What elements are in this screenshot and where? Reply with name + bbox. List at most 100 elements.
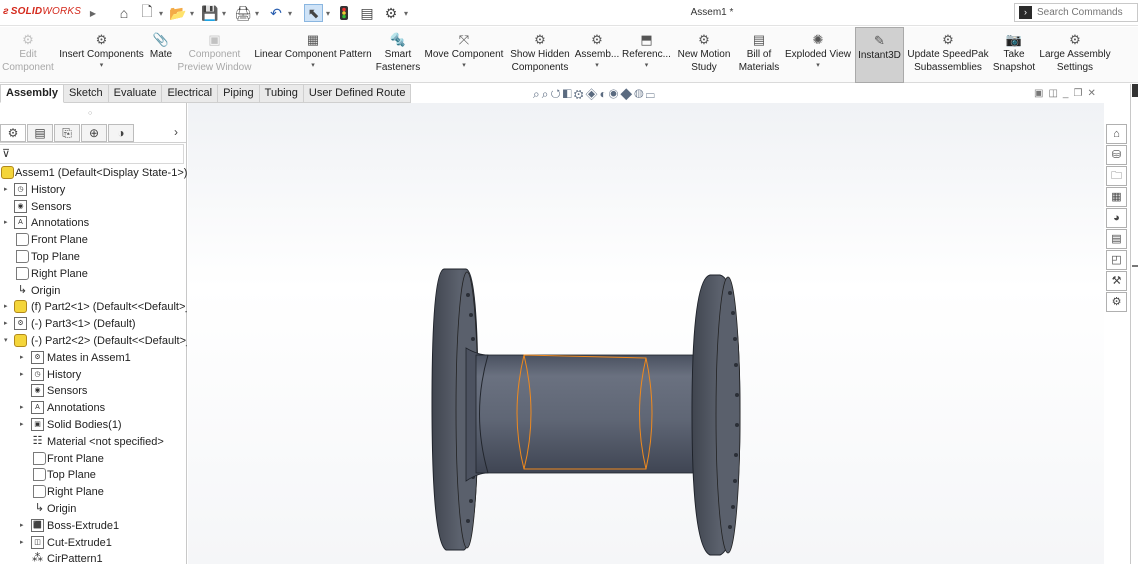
assembly-features-button[interactable]: ⚙ Assemb... ▾ <box>574 27 620 83</box>
tree-item[interactable]: ▸ A Annotations <box>0 400 187 417</box>
search-commands[interactable]: › <box>1014 3 1138 22</box>
tree-item[interactable]: Top Plane <box>0 249 187 266</box>
tree-item[interactable]: ↳ Origin <box>0 283 187 300</box>
tree-item[interactable]: Top Plane <box>0 467 187 484</box>
tree-item[interactable]: Front Plane <box>0 232 187 249</box>
tree-item[interactable]: ◉ Sensors <box>0 383 187 400</box>
expand-icon[interactable]: ▸ <box>20 535 24 552</box>
chevron-down-icon[interactable]: ▾ <box>311 61 315 70</box>
take-snapshot-button[interactable]: 📷 Take Snapshot <box>992 27 1036 83</box>
tree-item-assembly-root[interactable]: Assem1 (Default<Display State-1>) <box>0 165 187 182</box>
tree-item[interactable]: ▸ ◷ History <box>0 182 187 199</box>
tab-piping[interactable]: Piping <box>218 84 260 103</box>
restore-icon[interactable]: ❐ <box>1073 88 1087 99</box>
tree-item[interactable]: ◉ Sensors <box>0 199 187 216</box>
tab-user-defined-route[interactable]: User Defined Route <box>303 84 412 103</box>
expand-icon[interactable]: ▸ <box>4 182 8 199</box>
toolbox-icon[interactable]: ⚒ <box>1106 271 1127 291</box>
section-view-icon[interactable]: ◧ <box>563 87 574 101</box>
tree-item[interactable]: ▸ ▣ Solid Bodies(1) <box>0 417 187 434</box>
display-style-icon[interactable]: ◐ <box>599 87 608 101</box>
tube-body[interactable] <box>475 354 697 474</box>
tree-item[interactable]: ▸ ◷ History <box>0 367 187 384</box>
edit-component-button[interactable]: ⚙ Edit Component <box>0 27 56 83</box>
linear-component-pattern-button[interactable]: ▦ Linear Component Pattern ▾ <box>254 27 371 83</box>
chevron-down-icon[interactable]: ▾ <box>100 61 104 70</box>
tab-assembly[interactable]: Assembly <box>0 84 64 103</box>
view-orientation-icon[interactable]: ◈ <box>585 87 599 101</box>
bill-of-materials-button[interactable]: ▤ Bill of Materials <box>737 27 781 83</box>
home-icon[interactable]: ⌂ <box>1106 124 1127 144</box>
tree-item[interactable]: ▸ A Annotations <box>0 215 187 232</box>
forum-icon[interactable]: ◰ <box>1106 250 1127 270</box>
tree-item[interactable]: ↳ Origin <box>0 501 187 518</box>
tree-item-feature[interactable]: ▸ ◫ Cut-Extrude1 <box>0 535 187 552</box>
view-palette-icon[interactable]: ▦ <box>1106 187 1127 207</box>
reference-geometry-button[interactable]: ⬒ Referenc... ▾ <box>622 27 671 83</box>
expand-icon[interactable]: ▸ <box>20 367 24 384</box>
tab-tubing[interactable]: Tubing <box>259 84 304 103</box>
search-input[interactable] <box>1037 7 1137 18</box>
new-motion-study-button[interactable]: ⚙ New Motion Study <box>674 27 734 83</box>
expand-icon[interactable]: ▸ <box>20 400 24 417</box>
hide-show-items-icon[interactable]: ◉ <box>609 87 621 101</box>
tree-item-feature[interactable]: ▸ ⬛ Boss-Extrude1 <box>0 518 187 535</box>
graphics-area[interactable] <box>188 103 1104 564</box>
edit-appearance-icon[interactable]: ◆ <box>620 87 634 101</box>
assembly-model[interactable] <box>188 103 1104 564</box>
expand-icon[interactable]: ▸ <box>20 350 24 367</box>
component-preview-window-button[interactable]: ▣ Component Preview Window <box>178 27 252 83</box>
propertymanager-tab-icon[interactable]: ▤ <box>27 124 53 142</box>
chevron-down-icon[interactable]: ▾ <box>645 61 649 70</box>
expand-icon[interactable]: ▸ <box>4 215 8 232</box>
close-icon[interactable]: ✕ <box>1087 88 1100 99</box>
smart-fasteners-button[interactable]: 🔩 Smart Fasteners <box>376 27 420 83</box>
parts-library-icon[interactable]: ⛁ <box>1106 145 1127 165</box>
tree-item[interactable]: ☷ Material <not specified> <box>0 434 187 451</box>
exploded-view-button[interactable]: ✺ Exploded View ▾ <box>784 27 852 83</box>
tree-item-feature[interactable]: ⁂ CirPattern1 <box>0 551 187 564</box>
chevron-down-icon[interactable]: ▾ <box>816 61 820 70</box>
tree-item[interactable]: Right Plane <box>0 484 187 501</box>
configurationmanager-tab-icon[interactable]: ⎘ <box>54 124 80 142</box>
tile-icon[interactable]: ◫ <box>1048 88 1062 99</box>
chevron-down-icon[interactable]: ▾ <box>595 61 599 70</box>
move-component-button[interactable]: ⤧ Move Component ▾ <box>423 27 505 83</box>
apply-scene-icon[interactable]: ◍ <box>634 87 645 101</box>
expand-icon[interactable]: ▸ <box>20 518 24 535</box>
right-flange[interactable] <box>691 274 741 556</box>
solidworks-resources-icon[interactable]: ⚙ <box>1106 292 1127 312</box>
dimxpert-tab-icon[interactable]: ⊕ <box>81 124 107 142</box>
chevron-right-icon[interactable]: › <box>174 125 178 139</box>
dynamic-annotation-icon[interactable]: ⚙ <box>574 87 586 101</box>
tile-icon[interactable]: ▣ <box>1034 88 1048 99</box>
splitter-handle[interactable] <box>1132 265 1138 267</box>
zoom-to-fit-icon[interactable]: ⌕ <box>533 87 542 101</box>
tab-evaluate[interactable]: Evaluate <box>108 84 163 103</box>
insert-components-button[interactable]: ⚙ Insert Components ▾ <box>59 27 144 83</box>
mate-button[interactable]: 📎 Mate <box>147 27 175 83</box>
tree-item-component[interactable]: ▸ (f) Part2<1> (Default<<Default>_ <box>0 299 187 316</box>
previous-view-icon[interactable]: ↺ <box>550 87 562 101</box>
minimize-icon[interactable]: _ <box>1063 88 1074 99</box>
collapse-icon[interactable]: ▾ <box>4 333 8 350</box>
chevron-down-icon[interactable]: ▾ <box>462 61 466 70</box>
tab-electrical[interactable]: Electrical <box>162 84 219 103</box>
task-pane-tab[interactable] <box>1132 84 1138 97</box>
panel-splitter-handle[interactable]: ○ <box>88 110 92 117</box>
show-hidden-components-button[interactable]: ⚙ Show Hidden Components <box>509 27 571 83</box>
tree-filter[interactable]: ⊽ <box>0 144 184 164</box>
tree-item[interactable]: Front Plane <box>0 451 187 468</box>
expand-icon[interactable]: ▸ <box>20 417 24 434</box>
appearances-icon[interactable]: ◕ <box>1106 208 1127 228</box>
tree-item-component[interactable]: ▾ (-) Part2<2> (Default<<Default>_ <box>0 333 187 350</box>
tree-item-component[interactable]: ▸ ⚙ (-) Part3<1> (Default) <box>0 316 187 333</box>
update-speedpak-button[interactable]: ⚙ Update SpeedPak Subassemblies <box>907 27 989 83</box>
expand-icon[interactable]: ▸ <box>4 316 8 333</box>
file-explorer-icon[interactable]: 🗀 <box>1106 166 1127 186</box>
instant3d-button[interactable]: ✎ Instant3D <box>855 27 904 83</box>
tree-item[interactable]: Right Plane <box>0 266 187 283</box>
tree-item[interactable]: ▸ ⚙ Mates in Assem1 <box>0 350 187 367</box>
displaymanager-tab-icon[interactable]: ◑ <box>108 124 134 142</box>
large-assembly-settings-button[interactable]: ⚙ Large Assembly Settings <box>1039 27 1111 83</box>
